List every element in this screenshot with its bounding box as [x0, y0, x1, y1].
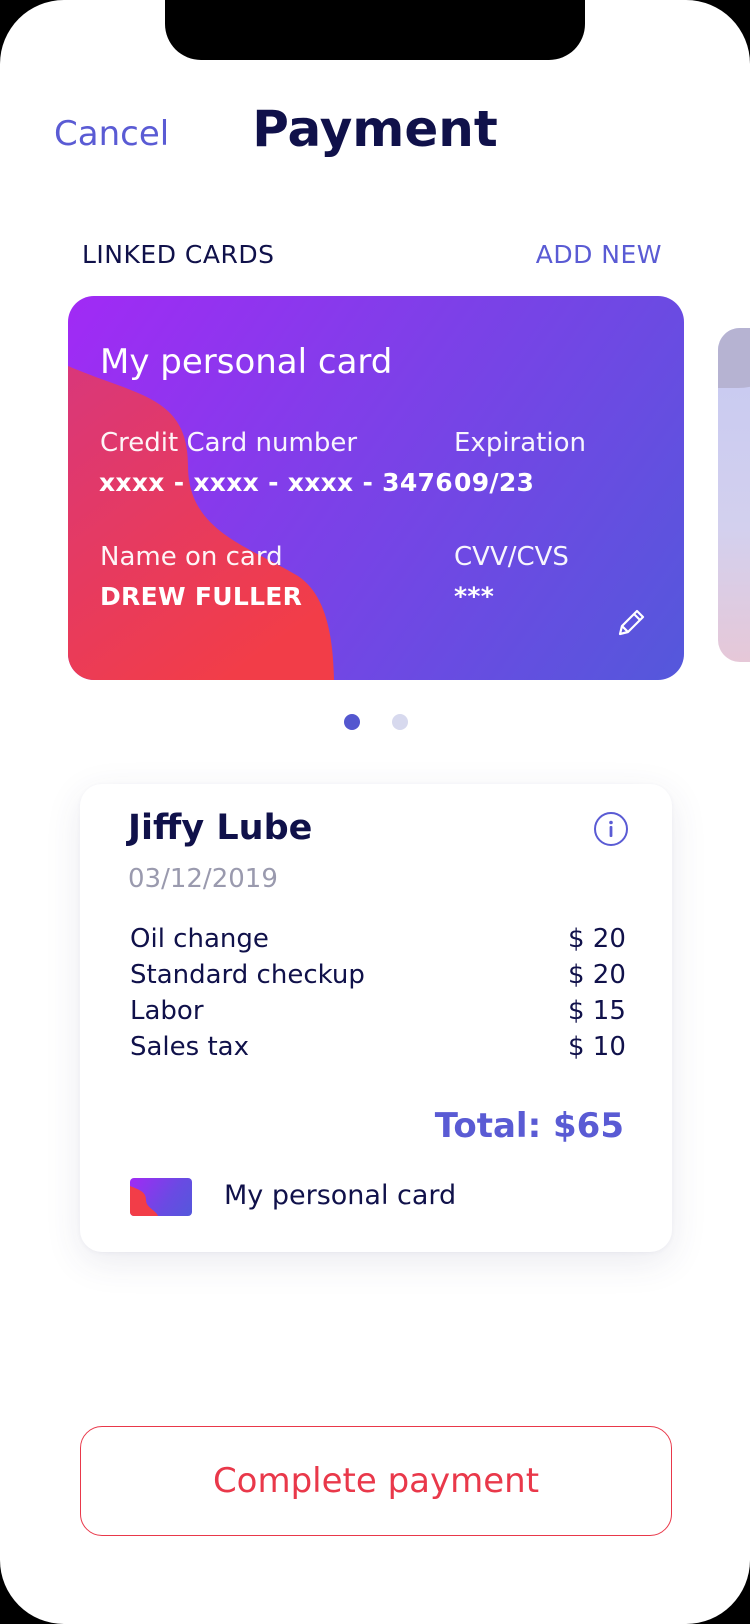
line-item: Labor $ 15	[130, 996, 626, 1032]
expiration-value: 09/23	[454, 468, 535, 497]
next-linked-card-peek[interactable]	[718, 328, 750, 662]
receipt-total: Total: $65	[434, 1106, 624, 1146]
card-number-value: xxxx - xxxx - xxxx - 3476	[99, 468, 453, 497]
line-item: Standard checkup $ 20	[130, 960, 626, 996]
next-card-corner-decoration	[718, 328, 750, 388]
page-title: Payment	[252, 100, 498, 158]
line-item: Sales tax $ 10	[130, 1032, 626, 1068]
name-on-card-value: DREW FULLER	[100, 582, 303, 611]
receipt-date: 03/12/2019	[128, 864, 278, 894]
card-thumbnail-icon	[130, 1178, 192, 1216]
credit-card[interactable]: My personal card Credit Card number xxxx…	[68, 296, 684, 680]
linked-cards-label: LINKED CARDS	[82, 240, 275, 269]
carousel-dot-1-active[interactable]	[344, 714, 360, 730]
merchant-name: Jiffy Lube	[128, 808, 313, 848]
payment-method-label: My personal card	[224, 1180, 457, 1211]
cvv-label: CVV/CVS	[454, 542, 569, 572]
line-item-name: Labor	[130, 996, 204, 1026]
line-items: Oil change $ 20 Standard checkup $ 20 La…	[130, 924, 626, 1068]
line-item-name: Sales tax	[130, 1032, 249, 1062]
line-item-price: $ 10	[568, 1032, 626, 1062]
line-item-price: $ 20	[568, 960, 626, 990]
pencil-icon[interactable]	[614, 606, 648, 640]
receipt-card: Jiffy Lube 03/12/2019 Oil change $ 20 St…	[80, 784, 672, 1252]
card-name: My personal card	[100, 342, 393, 382]
line-item-name: Oil change	[130, 924, 269, 954]
carousel-dot-2[interactable]	[392, 714, 408, 730]
name-on-card-label: Name on card	[100, 542, 283, 572]
complete-payment-button[interactable]: Complete payment	[80, 1426, 672, 1536]
line-item: Oil change $ 20	[130, 924, 626, 960]
add-new-card-button[interactable]: ADD NEW	[536, 240, 662, 269]
info-icon[interactable]	[594, 812, 628, 846]
device-notch	[165, 0, 585, 60]
line-item-price: $ 15	[568, 996, 626, 1026]
cvv-value: ***	[454, 582, 495, 611]
expiration-label: Expiration	[454, 428, 586, 458]
line-item-name: Standard checkup	[130, 960, 365, 990]
card-number-label: Credit Card number	[100, 428, 358, 458]
line-item-price: $ 20	[568, 924, 626, 954]
phone-screen: Cancel Payment LINKED CARDS ADD NEW My p…	[0, 0, 750, 1624]
